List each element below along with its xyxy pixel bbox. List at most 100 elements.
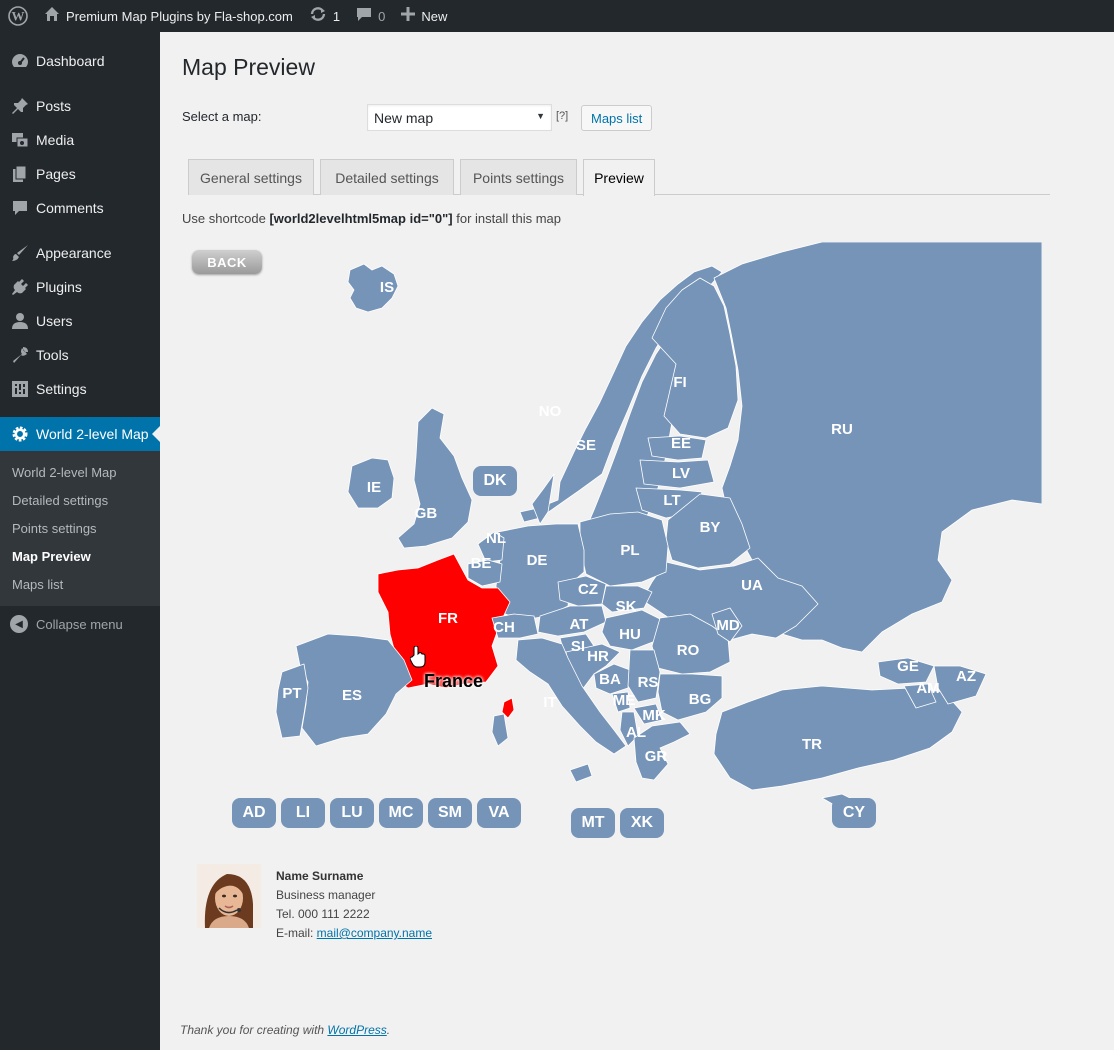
new-content-link[interactable]: New [393,0,455,32]
menu-appearance[interactable]: Appearance [0,236,160,270]
country-label-si[interactable]: SI [571,638,585,655]
menu-settings[interactable]: Settings [0,372,160,406]
submenu-detailed-settings[interactable]: Detailed settings [0,486,160,514]
country-label-fi[interactable]: FI [673,374,686,391]
country-label-is[interactable]: IS [380,279,394,296]
country-label-it[interactable]: IT [543,694,556,711]
menu-plugins[interactable]: Plugins [0,270,160,304]
menu-users[interactable]: Users [0,304,160,338]
country-label-sk[interactable]: SK [616,598,637,615]
country-label-rs[interactable]: RS [638,674,659,691]
country-label-es[interactable]: ES [342,687,362,704]
menu-pages[interactable]: Pages [0,157,160,191]
country-label-fr[interactable]: FR [438,610,458,627]
country-label-cz[interactable]: CZ [578,581,598,598]
avatar [197,864,261,928]
small-state-mc[interactable]: MC [379,798,423,828]
plug-icon [10,277,30,297]
tab-detailed-settings[interactable]: Detailed settings [320,159,454,195]
country-label-hu[interactable]: HU [619,626,641,643]
contact-email-label: E-mail: [276,926,317,940]
tab-general-settings[interactable]: General settings [188,159,314,195]
menu-label: Users [36,313,73,329]
small-state-lu[interactable]: LU [330,798,374,828]
collapse-menu-button[interactable]: ◀ Collapse menu [0,607,160,641]
menu-comments[interactable]: Comments [0,191,160,225]
footer-end: . [386,1023,391,1037]
country-label-al[interactable]: AL [626,724,646,741]
tab-preview[interactable]: Preview [583,159,655,196]
page-title: Map Preview [182,54,315,80]
menu-posts[interactable]: Posts [0,89,160,123]
country-label-me[interactable]: ME [613,692,636,709]
map-select[interactable]: New map ▼ [367,104,552,131]
country-label-bg[interactable]: BG [689,691,712,708]
country-label-ua[interactable]: UA [741,577,763,594]
pin-icon [10,96,30,116]
country-label-se[interactable]: SE [576,437,596,454]
contact-name: Name Surname [276,869,364,883]
back-button[interactable]: BACK [192,250,262,274]
small-state-va[interactable]: VA [477,798,521,828]
menu-world-2-level-map[interactable]: World 2-level Map [0,417,160,451]
country-label-md[interactable]: MD [716,617,739,634]
menu-tools[interactable]: Tools [0,338,160,372]
country-label-nl[interactable]: NL [486,530,506,547]
contact-email-link[interactable]: mail@company.name [317,926,432,940]
country-label-pl[interactable]: PL [620,542,639,559]
small-state-dk[interactable]: DK [473,466,517,496]
country-label-ba[interactable]: BA [599,671,621,688]
small-state-li[interactable]: LI [281,798,325,828]
country-label-ge[interactable]: GE [897,658,919,675]
country-label-gr[interactable]: GR [645,748,668,765]
wordpress-logo-icon[interactable]: W [0,0,36,32]
dashboard-icon [10,51,30,71]
small-state-sm[interactable]: SM [428,798,472,828]
country-label-hr[interactable]: HR [587,648,609,665]
country-label-de[interactable]: DE [527,552,548,569]
contact-phone: Tel. 000 111 2222 [276,907,370,921]
submenu-world-2-level-map[interactable]: World 2-level Map [0,458,160,486]
updates-count: 1 [332,8,341,24]
country-label-az[interactable]: AZ [956,668,976,685]
small-state-xk[interactable]: XK [620,808,664,838]
comments-link[interactable]: 0 [348,0,393,32]
country-label-lt[interactable]: LT [663,492,680,509]
country-label-ru[interactable]: RU [831,421,853,438]
country-label-tr[interactable]: TR [802,736,822,753]
tab-points-settings[interactable]: Points settings [460,159,577,195]
small-state-mt[interactable]: MT [571,808,615,838]
country-label-gb[interactable]: GB [415,505,438,522]
admin-footer: Thank you for creating with WordPress. [180,1023,390,1037]
updates-link[interactable]: 1 [301,0,348,32]
small-state-ad[interactable]: AD [232,798,276,828]
country-label-ch[interactable]: CH [493,619,515,636]
country-label-ee[interactable]: EE [671,435,691,452]
country-label-mk[interactable]: MK [642,707,665,724]
country-label-at[interactable]: AT [570,616,589,633]
wordpress-link[interactable]: WordPress [327,1023,386,1037]
wrench-icon [10,345,30,365]
country-label-ie[interactable]: IE [367,479,381,496]
user-icon [10,311,30,331]
svg-text:W: W [12,9,25,24]
country-label-am[interactable]: AM [916,680,939,697]
update-icon [309,6,327,27]
menu-dashboard[interactable]: Dashboard [0,44,160,78]
home-icon [44,6,60,27]
menu-media[interactable]: Media [0,123,160,157]
country-label-by[interactable]: BY [700,519,721,536]
small-state-cy[interactable]: CY [832,798,876,828]
submenu-points-settings[interactable]: Points settings [0,514,160,542]
main-content: Map Preview Select a map: New map ▼ [?] … [160,32,1114,1050]
country-label-be[interactable]: BE [471,555,492,572]
country-label-lv[interactable]: LV [672,465,690,482]
country-label-pt[interactable]: PT [282,685,301,702]
site-name-link[interactable]: Premium Map Plugins by Fla-shop.com [36,0,301,32]
maps-list-button[interactable]: Maps list [581,105,653,131]
submenu-map-preview[interactable]: Map Preview [0,542,160,570]
help-link[interactable]: [?] [556,110,568,122]
country-label-no[interactable]: NO [539,403,562,420]
country-label-ro[interactable]: RO [677,642,700,659]
submenu-maps-list[interactable]: Maps list [0,570,160,598]
